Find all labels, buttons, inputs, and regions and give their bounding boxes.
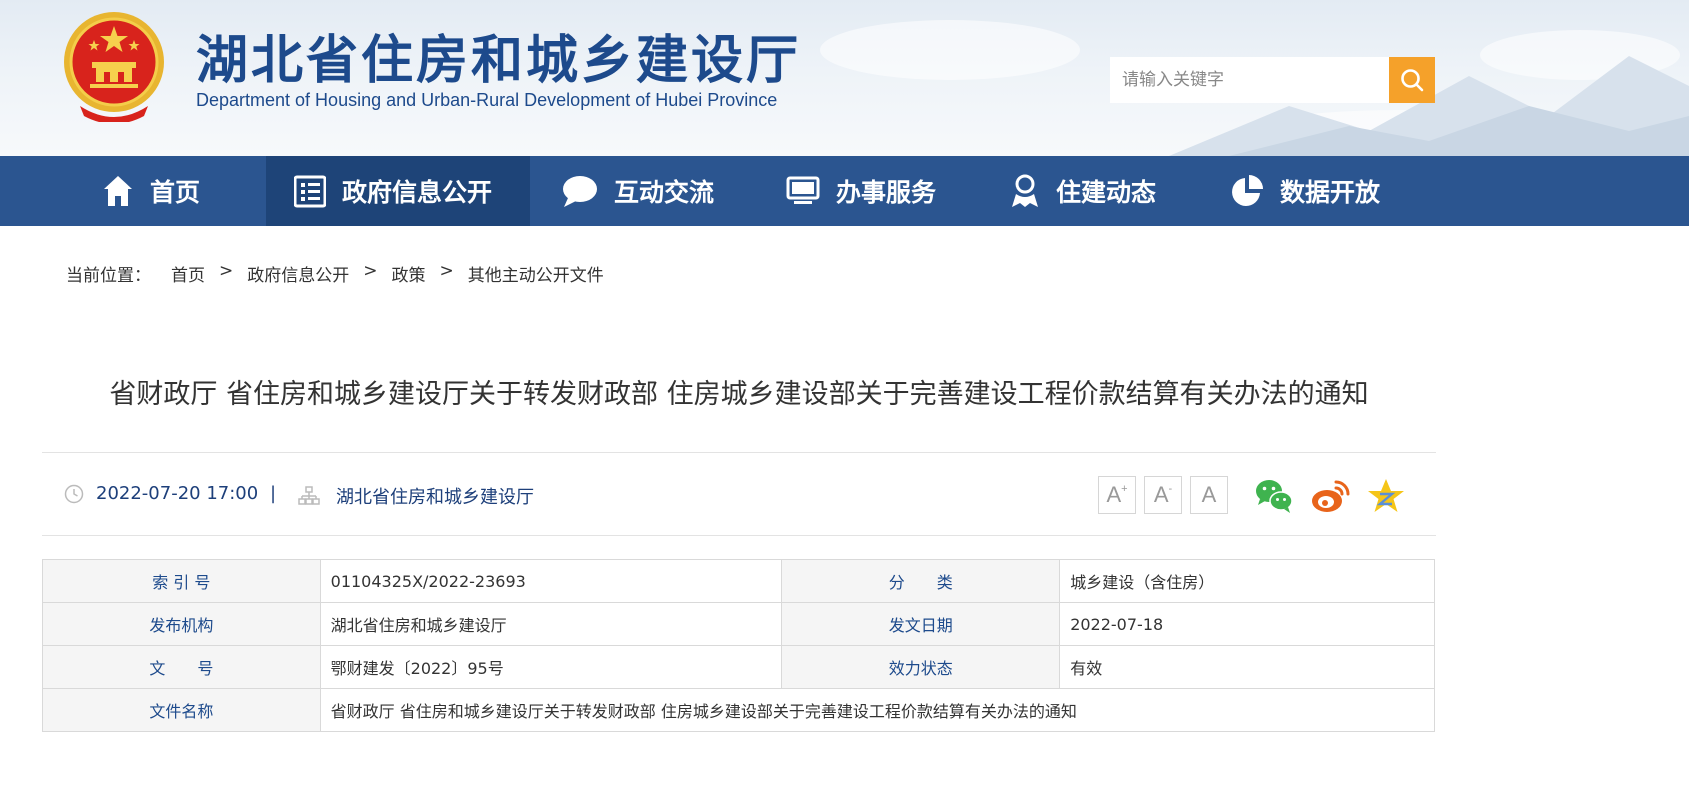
- organization-icon: [298, 486, 320, 505]
- info-value-doc-name: 省财政厅 省住房和城乡建设厅关于转发财政部 住房城乡建设部关于完善建设工程价款结…: [319, 688, 1436, 732]
- favorite-star-icon[interactable]: [1366, 476, 1406, 516]
- info-value-issue-date: 2022-07-18: [1059, 602, 1435, 646]
- info-label-doc-name: 文件名称: [42, 688, 321, 732]
- publish-datetime: 2022-07-20 17:00: [96, 483, 259, 504]
- monitor-icon: [786, 176, 820, 204]
- site-subtitle-en: Department of Housing and Urban-Rural De…: [196, 90, 778, 110]
- publish-date: 2022-07-20 17:00: [64, 483, 258, 504]
- font-increase-button[interactable]: A +: [1098, 476, 1136, 514]
- article-title: 省财政厅 省住房和城乡建设厅关于转发财政部 住房城乡建设部关于完善建设工程价款结…: [109, 379, 1369, 410]
- person-badge-icon: [1012, 174, 1038, 207]
- breadcrumb-separator: >: [219, 261, 234, 281]
- nav-item-label: 政府信息公开: [342, 178, 493, 207]
- info-value-index: 01104325X/2022-23693: [319, 559, 783, 603]
- info-label-doc-number: 文 号: [42, 645, 321, 689]
- pie-chart-icon: [1232, 175, 1263, 206]
- info-value-category: 城乡建设（含住房）: [1059, 559, 1435, 603]
- info-label-validity: 效力状态: [781, 645, 1061, 689]
- clock-icon: [64, 484, 84, 503]
- info-value-publisher: 湖北省住房和城乡建设厅: [319, 602, 783, 646]
- nav-item-label: 首页: [150, 178, 201, 207]
- meta-separator: |: [270, 483, 277, 504]
- wechat-icon[interactable]: [1254, 476, 1294, 516]
- document-list-icon: [294, 175, 326, 208]
- info-label-category: 分 类: [781, 559, 1061, 603]
- table-row: 发布机构 湖北省住房和城乡建设厅 发文日期 2022-07-18: [42, 602, 1435, 646]
- breadcrumb-separator: >: [363, 261, 378, 281]
- nav-item-label: 办事服务: [836, 178, 937, 207]
- info-value-validity: 有效: [1059, 645, 1435, 689]
- search-box: [1110, 57, 1435, 103]
- table-row: 文件名称 省财政厅 省住房和城乡建设厅关于转发财政部 住房城乡建设部关于完善建设…: [42, 688, 1436, 732]
- info-label-issue-date: 发文日期: [781, 602, 1061, 646]
- info-label-publisher: 发布机构: [42, 602, 321, 646]
- search-icon: [1401, 69, 1424, 92]
- national-emblem-icon: [64, 12, 164, 122]
- search-button[interactable]: [1389, 57, 1435, 103]
- nav-item-services[interactable]: 办事服务: [786, 156, 986, 226]
- table-row: 索 引 号 01104325X/2022-23693 分 类 城乡建设（含住房）: [42, 559, 1435, 603]
- document-info-table: 索 引 号 01104325X/2022-23693 分 类 城乡建设（含住房）…: [42, 559, 1436, 732]
- breadcrumb-gov-info[interactable]: 政府信息公开: [247, 261, 349, 286]
- nav-item-news[interactable]: 住建动态: [1010, 156, 1210, 226]
- info-value-doc-number: 鄂财建发〔2022〕95号: [319, 645, 783, 689]
- divider: [42, 535, 1436, 536]
- article-source: 湖北省住房和城乡建设厅: [298, 483, 534, 509]
- decor-cloud: [820, 20, 1080, 80]
- breadcrumb-other-files[interactable]: 其他主动公开文件: [468, 261, 604, 286]
- site-title: 湖北省住房和城乡建设厅: [196, 30, 802, 91]
- nav-item-open-data[interactable]: 数据开放: [1230, 156, 1430, 226]
- weibo-icon[interactable]: [1310, 476, 1350, 516]
- home-icon: [104, 176, 132, 206]
- nav-item-home[interactable]: 首页: [86, 156, 266, 226]
- main-nav: 首页 政府信息公开 互动交流 办事服务 住建动态 数据开放: [0, 156, 1689, 226]
- nav-item-gov-info[interactable]: 政府信息公开: [266, 156, 530, 226]
- nav-item-interaction[interactable]: 互动交流: [562, 156, 762, 226]
- nav-item-label: 互动交流: [614, 178, 715, 207]
- nav-item-label: 住建动态: [1056, 178, 1157, 207]
- breadcrumb-policy[interactable]: 政策: [392, 261, 426, 286]
- site-header: 湖北省住房和城乡建设厅 Department of Housing and Ur…: [0, 0, 1689, 156]
- nav-item-label: 数据开放: [1280, 178, 1381, 207]
- search-input[interactable]: [1110, 57, 1389, 103]
- breadcrumb-home[interactable]: 首页: [171, 261, 205, 286]
- breadcrumb-label: 当前位置：: [66, 266, 151, 286]
- breadcrumb: 当前位置： 首页 > 政府信息公开 > 政策 > 其他主动公开文件: [66, 261, 604, 286]
- chat-bubble-icon: [563, 176, 597, 207]
- table-row: 文 号 鄂财建发〔2022〕95号 效力状态 有效: [42, 645, 1435, 689]
- divider: [42, 452, 1436, 453]
- info-label-index: 索 引 号: [42, 559, 321, 603]
- font-decrease-button[interactable]: A-: [1144, 476, 1182, 514]
- font-reset-button[interactable]: A: [1190, 476, 1228, 514]
- source-name: 湖北省住房和城乡建设厅: [336, 487, 534, 508]
- breadcrumb-separator: >: [439, 261, 454, 281]
